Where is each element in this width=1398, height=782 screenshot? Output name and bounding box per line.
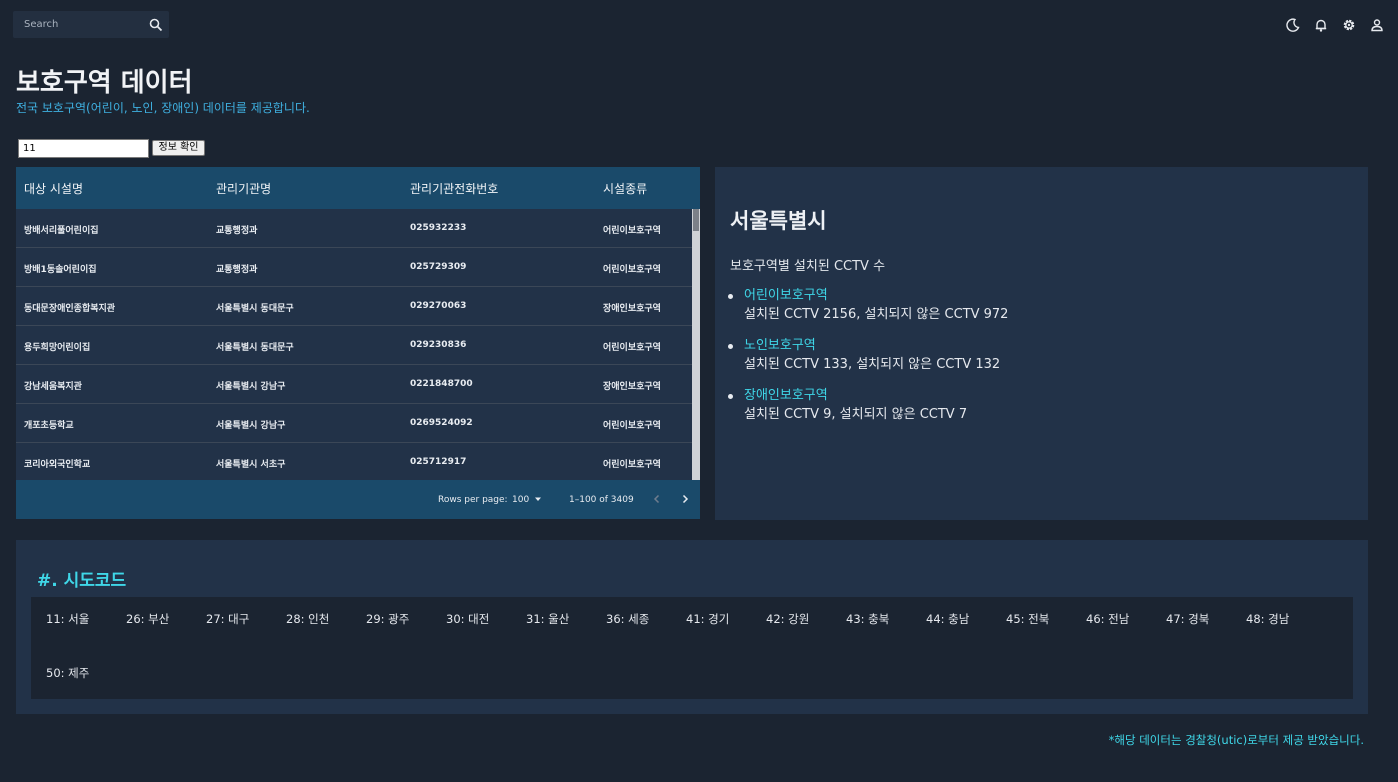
cell-phone: 029270063 [410, 301, 467, 311]
sido-code-item: 31: 울산 [526, 612, 570, 626]
data-source-note: *해당 데이터는 경찰청(utic)로부터 제공 받았습니다. [1108, 733, 1364, 747]
page-subtitle: 전국 보호구역(어린이, 노인, 장애인) 데이터를 제공합니다. [16, 101, 310, 115]
sido-code-item: 43: 충북 [846, 612, 890, 626]
sido-code-list: 11: 서울 26: 부산 27: 대구 28: 인천 29: 광주 30: 대… [31, 597, 1353, 699]
sido-code-item: 47: 경북 [1166, 612, 1210, 626]
zone-cctv-stat: 설치된 CCTV 133, 설치되지 않은 CCTV 132 [744, 357, 1001, 372]
top-right-toolbar [1286, 17, 1384, 32]
table-scrollbar[interactable] [692, 209, 700, 480]
rows-per-page-label: Rows per page: [438, 495, 508, 505]
table-body[interactable]: 방배서리풀어린이집 교통행정과 025932233 어린이보호구역 방배1동솔어… [16, 209, 692, 480]
search-icon[interactable] [149, 17, 163, 32]
region-summary-panel: 서울특별시 보호구역별 설치된 CCTV 수 어린이보호구역 설치된 CCTV … [715, 167, 1368, 520]
sido-code-title: #. 시도코드 [37, 571, 127, 591]
cell-facility: 용두희망어린이집 [24, 343, 91, 353]
cell-agency: 서울특별시 동대문구 [216, 304, 294, 314]
sido-code-item: 46: 전남 [1086, 612, 1130, 626]
cell-phone: 025932233 [410, 223, 467, 233]
sido-code-item: 27: 대구 [206, 612, 250, 626]
column-header-phone[interactable]: 관리기관전화번호 [410, 180, 498, 197]
check-info-button[interactable]: 정보 확인 [152, 140, 205, 156]
region-title: 서울특별시 [730, 209, 827, 233]
column-header-agency[interactable]: 관리기관명 [216, 180, 271, 197]
chevron-right-icon[interactable] [678, 492, 692, 506]
zone-name: 장애인보호구역 [744, 388, 828, 403]
sido-code-item: 28: 인천 [286, 612, 330, 626]
sido-code-item: 41: 경기 [686, 612, 730, 626]
cell-agency: 서울특별시 강남구 [216, 421, 286, 431]
sido-code-item: 44: 충남 [926, 612, 970, 626]
sido-code-item: 29: 광주 [366, 612, 410, 626]
cell-agency: 교통행정과 [216, 265, 258, 275]
zone-cctv-stat: 설치된 CCTV 9, 설치되지 않은 CCTV 7 [744, 407, 968, 422]
table-row[interactable]: 동대문장애인종합복지관 서울특별시 동대문구 029270063 장애인보호구역 [16, 287, 692, 326]
table-scrollbar-thumb[interactable] [693, 209, 699, 231]
table-row[interactable]: 개포초등학교 서울특별시 강남구 0269524092 어린이보호구역 [16, 404, 692, 443]
cell-phone: 0269524092 [410, 418, 473, 428]
moon-icon[interactable] [1286, 17, 1300, 32]
page-range: 1–100 of 3409 [569, 495, 634, 505]
cell-facility: 개포초등학교 [24, 421, 74, 431]
sido-code-panel: #. 시도코드 11: 서울 26: 부산 27: 대구 28: 인천 29: … [16, 540, 1368, 714]
sido-code-input[interactable] [18, 139, 149, 158]
cell-agency: 서울특별시 동대문구 [216, 343, 294, 353]
cell-agency: 교통행정과 [216, 226, 258, 236]
cell-type: 어린이보호구역 [603, 421, 661, 431]
table-header: 대상 시설명 관리기관명 관리기관전화번호 시설종류 [16, 167, 700, 209]
list-item: 어린이보호구역 설치된 CCTV 2156, 설치되지 않은 CCTV 972 [727, 287, 1009, 325]
cell-type: 어린이보호구역 [603, 265, 661, 275]
rows-per-page-select[interactable]: 100 [512, 495, 529, 505]
cell-type: 장애인보호구역 [603, 304, 661, 314]
sido-code-item: 42: 강원 [766, 612, 810, 626]
chevron-left-icon[interactable] [650, 492, 664, 506]
bell-icon[interactable] [1314, 17, 1328, 32]
cell-facility: 강남세움복지관 [24, 382, 82, 392]
column-header-type[interactable]: 시설종류 [603, 180, 647, 197]
zone-name: 어린이보호구역 [744, 288, 828, 303]
cell-facility: 코리아외국인학교 [24, 460, 91, 470]
cell-type: 어린이보호구역 [603, 460, 661, 470]
user-icon[interactable] [1370, 17, 1384, 32]
sido-code-item: 36: 세종 [606, 612, 650, 626]
table-pagination: Rows per page: 100 1–100 of 3409 [16, 480, 700, 519]
facility-table: 대상 시설명 관리기관명 관리기관전화번호 시설종류 방배서리풀어린이집 교통행… [16, 167, 700, 519]
cell-phone: 025729309 [410, 262, 467, 272]
sido-code-item: 11: 서울 [46, 612, 90, 626]
search-input[interactable] [13, 11, 143, 38]
table-row[interactable]: 용두희망어린이집 서울특별시 동대문구 029230836 어린이보호구역 [16, 326, 692, 365]
cell-facility: 방배1동솔어린이집 [24, 265, 97, 275]
cell-type: 어린이보호구역 [603, 343, 661, 353]
caret-down-icon[interactable] [534, 495, 542, 503]
sido-code-item: 48: 경남 [1246, 612, 1290, 626]
sido-code-item: 26: 부산 [126, 612, 170, 626]
cell-phone: 0221848700 [410, 379, 473, 389]
sido-code-item: 30: 대전 [446, 612, 490, 626]
cell-type: 어린이보호구역 [603, 226, 661, 236]
page-title: 보호구역 데이터 [16, 68, 193, 98]
cell-type: 장애인보호구역 [603, 382, 661, 392]
zone-name: 노인보호구역 [744, 338, 816, 353]
zone-cctv-stat: 설치된 CCTV 2156, 설치되지 않은 CCTV 972 [744, 307, 1009, 322]
cell-facility: 방배서리풀어린이집 [24, 226, 99, 236]
table-row[interactable]: 방배1동솔어린이집 교통행정과 025729309 어린이보호구역 [16, 248, 692, 287]
list-item: 노인보호구역 설치된 CCTV 133, 설치되지 않은 CCTV 132 [727, 337, 1008, 375]
cell-agency: 서울특별시 서초구 [216, 460, 286, 470]
cell-phone: 029230836 [410, 340, 467, 350]
gear-icon[interactable] [1342, 17, 1356, 31]
cell-agency: 서울특별시 강남구 [216, 382, 286, 392]
table-row[interactable]: 코리아외국인학교 서울특별시 서초구 025712917 어린이보호구역 [16, 443, 692, 480]
cell-phone: 025712917 [410, 457, 467, 467]
sido-code-item: 50: 제주 [46, 666, 90, 680]
list-item: 장애인보호구역 설치된 CCTV 9, 설치되지 않은 CCTV 7 [727, 387, 1008, 425]
region-description: 보호구역별 설치된 CCTV 수 [730, 259, 886, 274]
cell-facility: 동대문장애인종합복지관 [24, 304, 116, 314]
column-header-facility[interactable]: 대상 시설명 [24, 180, 83, 197]
sido-code-item: 45: 전북 [1006, 612, 1050, 626]
table-row[interactable]: 방배서리풀어린이집 교통행정과 025932233 어린이보호구역 [16, 209, 692, 248]
search-bar [13, 11, 169, 38]
table-row[interactable]: 강남세움복지관 서울특별시 강남구 0221848700 장애인보호구역 [16, 365, 692, 404]
zone-list: 어린이보호구역 설치된 CCTV 2156, 설치되지 않은 CCTV 972 … [727, 287, 1009, 437]
